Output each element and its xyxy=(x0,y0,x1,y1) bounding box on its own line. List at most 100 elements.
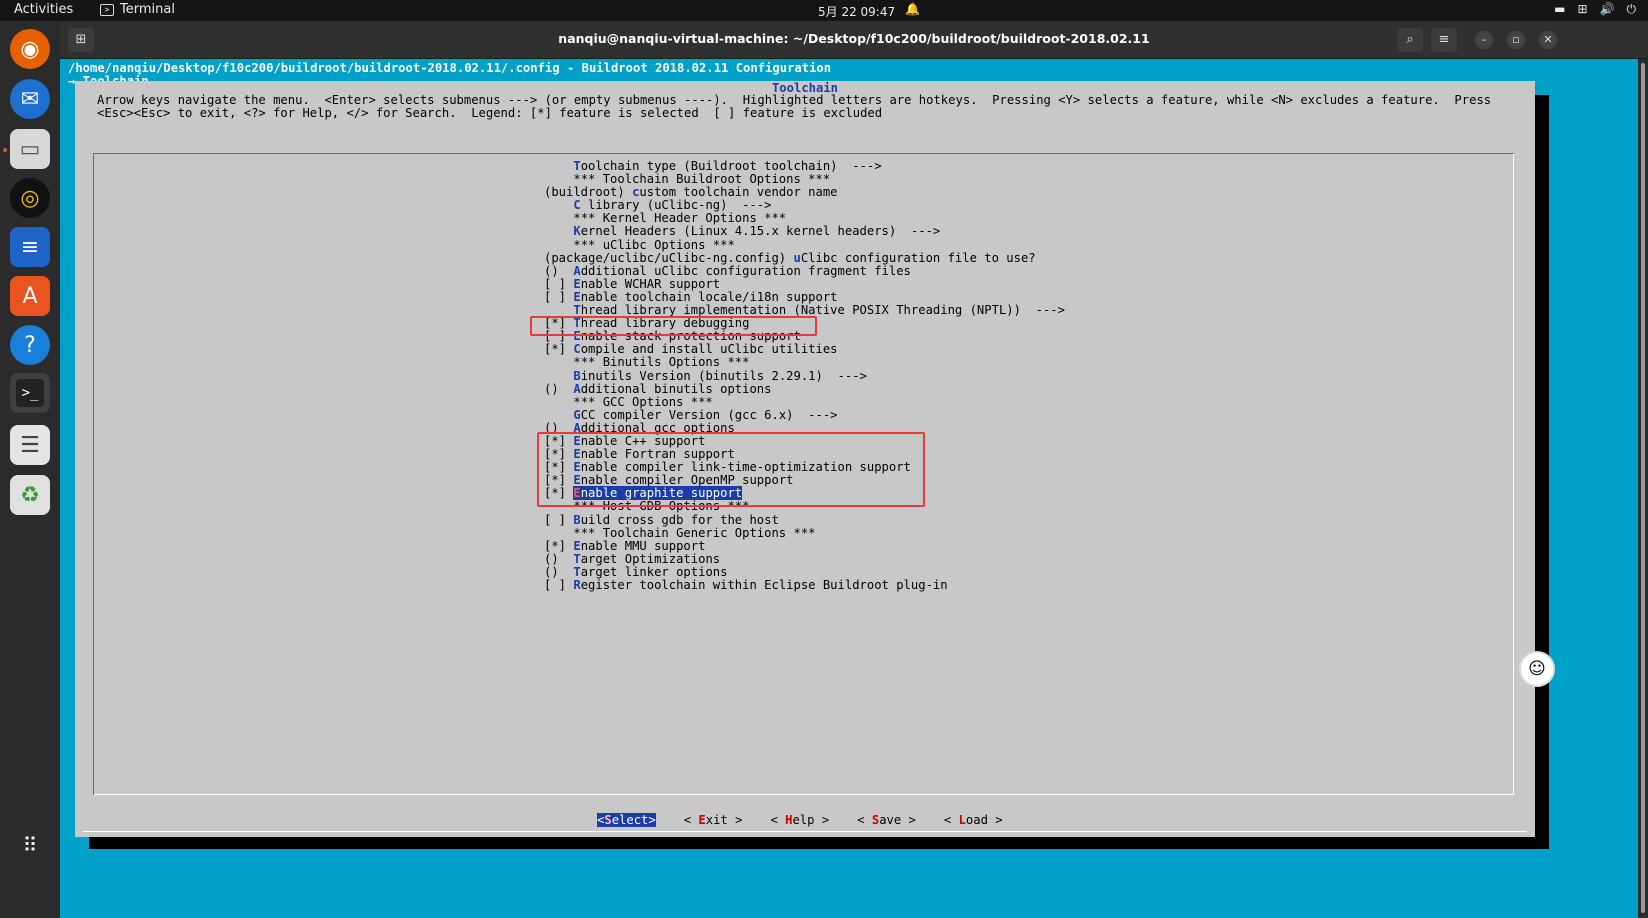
assistant-avatar-icon[interactable]: ☺ xyxy=(1519,651,1555,687)
menu-item-hotkey: A xyxy=(573,263,581,278)
menu-item-text: *** GCC Options *** xyxy=(573,394,713,409)
box-border xyxy=(94,794,1514,795)
menu-item-text: ompile and install uClibc utilities xyxy=(580,342,838,357)
menu-item-prefix xyxy=(544,408,573,422)
menu-item-text: *** Kernel Header Options *** xyxy=(573,211,787,226)
menu-item-hotkey: T xyxy=(573,159,581,173)
menu-item-hotkey: E xyxy=(573,289,581,304)
help-text: Arrow keys navigate the menu. <Enter> se… xyxy=(97,94,1491,120)
menu-item-text: inutils Version (binutils 2.29.1) ---> xyxy=(580,368,867,383)
libreoffice-writer-icon[interactable]: ≡ xyxy=(10,227,50,267)
menu-item-prefix: () xyxy=(544,381,574,396)
annotation-box xyxy=(537,432,925,507)
dialog-buttons: <Select> < Exit > < Help > < Save > < Load > xyxy=(597,813,1031,827)
terminal-window: ⊞ nanqiu@nanqiu-virtual-machine: ~/Deskt… xyxy=(60,21,1648,918)
button-label: elp > xyxy=(792,813,830,827)
app-menu[interactable]: > Terminal xyxy=(100,2,175,17)
firefox-icon[interactable]: ◉ xyxy=(10,29,50,69)
menu-icon[interactable]: ≡ xyxy=(1431,28,1457,52)
minimize-icon[interactable]: – xyxy=(1475,31,1493,49)
menu-item-label: Enable WCHAR support xyxy=(573,277,720,291)
menu-item-hotkey: B xyxy=(573,512,581,527)
menu-item-text: egister toolchain within Eclipse Buildro… xyxy=(580,578,948,592)
button-label: oad > xyxy=(965,813,1003,827)
menu-item-label: Thread library implementation (Native PO… xyxy=(573,303,1065,317)
menu-item-hotkey: u xyxy=(793,250,801,265)
menu-item[interactable]: [ ] Register toolchain within Eclipse Bu… xyxy=(544,578,1065,592)
menu-item-prefix xyxy=(544,355,573,369)
menu-item-prefix xyxy=(544,395,573,409)
volume-icon[interactable]: 🔊 xyxy=(1600,2,1615,17)
close-icon[interactable]: ✕ xyxy=(1539,31,1557,49)
menu-item-prefix xyxy=(544,224,573,238)
config-path: /home/nanqiu/Desktop/f10c200/buildroot/b… xyxy=(68,61,832,75)
search-icon[interactable]: ⌕ xyxy=(1397,28,1423,52)
activities-button[interactable]: Activities xyxy=(14,2,73,17)
menu-item-prefix: [ ] xyxy=(544,512,574,527)
menu-item-hotkey: C xyxy=(573,198,581,213)
menu-item-label: Binutils Version (binutils 2.29.1) ---> xyxy=(573,369,867,383)
menu-item-prefix: (package/uclibc/uClibc-ng.config) xyxy=(544,250,794,265)
trash-icon[interactable]: ♻ xyxy=(10,475,50,515)
button-bracket: < xyxy=(943,813,959,827)
annotation-box xyxy=(530,316,817,336)
menu-item-prefix xyxy=(544,198,573,212)
scrollbar[interactable] xyxy=(1638,59,1648,918)
help-line: Arrow keys navigate the menu. <Enter> se… xyxy=(97,93,1492,107)
dialog-divider xyxy=(83,831,1527,832)
button-label: xit > xyxy=(705,813,743,827)
dialog-button[interactable]: < Help > xyxy=(770,813,829,827)
rhythmbox-icon[interactable]: ◎ xyxy=(10,178,50,218)
dock: ◉ ✉ ▭ ◎ ≡ A ? >_ ☰ ♻ ⠿ xyxy=(0,21,60,918)
dialog-button[interactable]: < Load > xyxy=(944,813,1003,827)
menu-item-label: Additional binutils options xyxy=(573,382,771,396)
maximize-icon[interactable]: ▫ xyxy=(1507,31,1525,49)
menu-item-text: arget linker options xyxy=(580,564,728,579)
menu-item-prefix: [ ] xyxy=(544,276,574,291)
menu-item-label: *** Binutils Options *** xyxy=(573,355,749,369)
dialog-button[interactable]: <Select> xyxy=(597,813,656,827)
menu-item-text: nable toolchain locale/i18n support xyxy=(580,289,838,304)
menu-item-prefix: [ ] xyxy=(544,289,574,304)
notification-bell-icon[interactable]: 🔔 xyxy=(905,2,920,16)
thunderbird-icon[interactable]: ✉ xyxy=(10,79,50,119)
window-header-bar[interactable]: ⊞ nanqiu@nanqiu-virtual-machine: ~/Deskt… xyxy=(60,21,1648,59)
menuconfig-dialog: Toolchain Arrow keys navigate the menu. … xyxy=(75,81,1535,837)
network-icon[interactable]: ⊞ xyxy=(1577,2,1587,17)
app-center-icon[interactable]: A xyxy=(10,276,50,316)
menu-item-text: *** uClibc Options *** xyxy=(573,237,735,252)
button-hotkey: E xyxy=(698,813,706,827)
menu-item-label: Target linker options xyxy=(573,565,727,579)
dialog-button[interactable]: < Save > xyxy=(857,813,916,827)
menu-item-text: library (uClibc-ng) ---> xyxy=(580,198,772,213)
help-line: <Esc><Esc> to exit, <?> for Help, </> fo… xyxy=(97,106,883,120)
files-icon[interactable]: ▭ xyxy=(10,129,50,169)
menu-item-label: Enable toolchain locale/i18n support xyxy=(573,290,837,304)
menu-item-text: CC compiler Version (gcc 6.x) ---> xyxy=(580,407,838,422)
dialog-button[interactable]: < Exit > xyxy=(684,813,743,827)
menu-item-label: *** GCC Options *** xyxy=(573,395,712,409)
show-apps-icon[interactable]: ⠿ xyxy=(10,825,50,865)
menu-item-label: Kernel Headers (Linux 4.15.x kernel head… xyxy=(573,224,940,238)
scrollbar-thumb[interactable] xyxy=(1641,63,1645,913)
menu-item-text: arget Optimizations xyxy=(580,551,721,566)
menu-item-label: C library (uClibc-ng) ---> xyxy=(573,198,771,212)
terminal-content[interactable]: /home/nanqiu/Desktop/f10c200/buildroot/b… xyxy=(60,59,1638,918)
text-editor-icon[interactable]: ☰ xyxy=(10,425,50,465)
button-bracket: < xyxy=(683,813,699,827)
clock[interactable]: 5月 22 09:47 xyxy=(818,3,895,20)
menu-item-prefix xyxy=(544,369,573,383)
menu-item-text: *** Binutils Options *** xyxy=(573,355,750,370)
menu-item-text: dditional uClibc configuration fragment … xyxy=(580,263,911,278)
menu-item-hotkey: T xyxy=(573,564,581,579)
button-label: elect> xyxy=(611,813,656,827)
keyboard-icon[interactable]: ▬ xyxy=(1554,2,1565,17)
system-tray[interactable]: ▬ ⊞ 🔊 ⏻ xyxy=(1554,2,1636,17)
menu-item-hotkey: C xyxy=(573,342,581,357)
menu-item-label: Toolchain type (Buildroot toolchain) ---… xyxy=(573,159,881,173)
terminal-icon[interactable]: >_ xyxy=(10,373,50,413)
button-hotkey: L xyxy=(958,813,966,827)
help-icon[interactable]: ? xyxy=(10,325,50,365)
power-icon[interactable]: ⏻ xyxy=(1627,2,1637,17)
menu-item-text: oolchain type (Buildroot toolchain) ---> xyxy=(580,159,882,173)
